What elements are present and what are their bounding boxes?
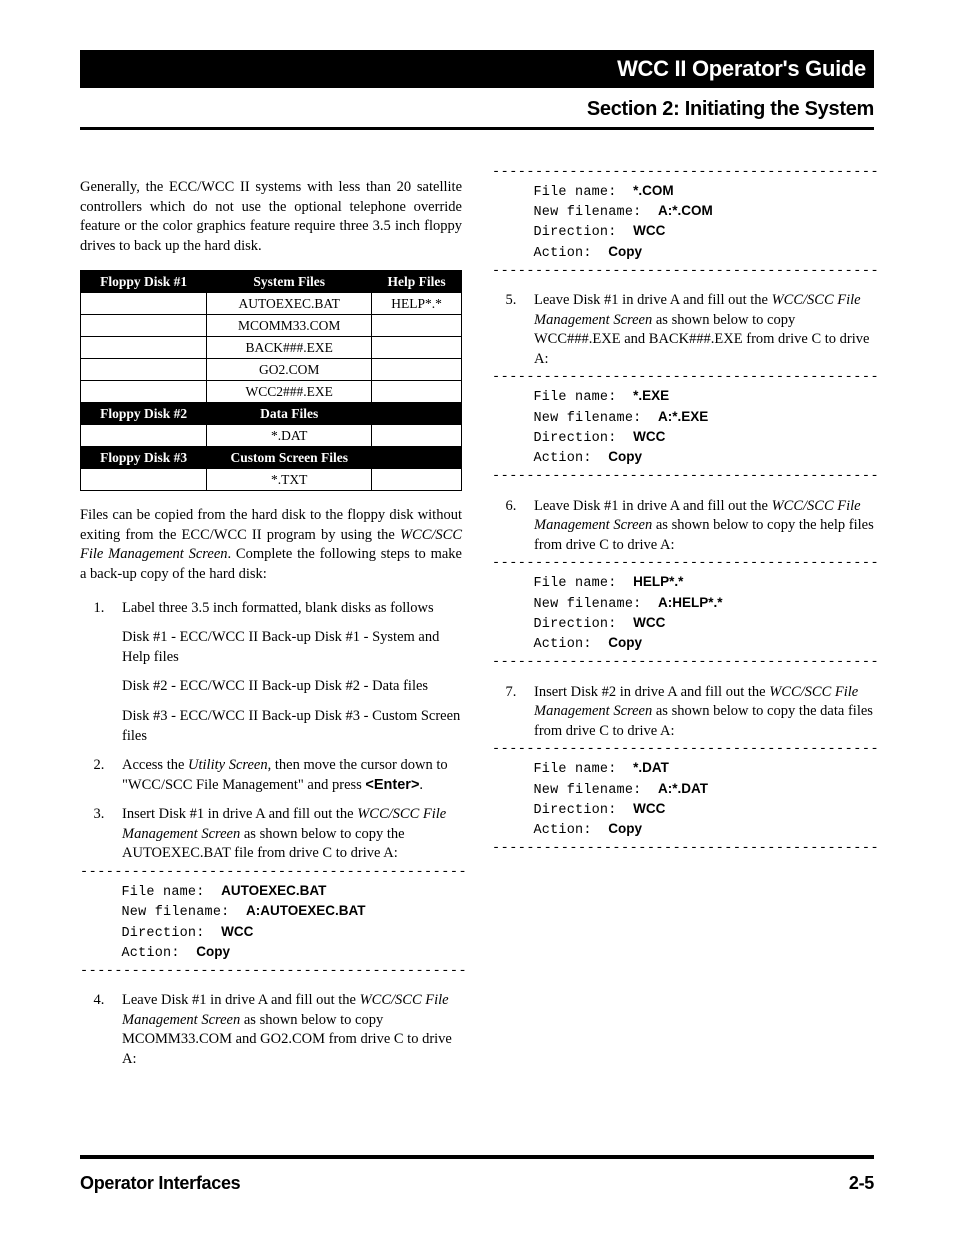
action-value: Copy [608,635,642,650]
step-3: Insert Disk #1 in drive A and fill out t… [108,805,462,981]
page: WCC II Operator's Guide Section 2: Initi… [0,0,954,1235]
divider-dashes: ----------------------------------------… [492,263,874,281]
new-filename-value: A:AUTOEXEC.BAT [246,903,366,918]
section-title: Section 2: Initiating the System [80,88,874,130]
file-name-value: HELP*.* [633,574,683,589]
screen-block-3: ----------------------------------------… [80,864,462,981]
divider-dashes: ----------------------------------------… [80,963,462,981]
screen-name: Utility Screen [188,757,268,773]
step-4: Leave Disk #1 in drive A and fill out th… [108,991,462,1069]
step-7: Insert Disk #2 in drive A and fill out t… [520,683,874,859]
new-filename-value: A:HELP*.* [658,595,723,610]
floppy-disk-table: Floppy Disk #1System FilesHelp FilesAUTO… [80,270,462,491]
table-cell: Custom Screen Files [207,447,372,469]
table-cell [81,293,207,315]
table-cell [81,381,207,403]
steps-list-right: Leave Disk #1 in drive A and fill out th… [492,291,874,859]
action-value: Copy [608,244,642,259]
new-filename-value: A:*.EXE [658,409,708,424]
table-cell: AUTOEXEC.BAT [207,293,372,315]
text: Leave Disk #1 in drive A and fill out th… [122,992,360,1008]
direction-value: WCC [633,429,665,444]
screen-block-5: ----------------------------------------… [492,369,874,486]
divider-dashes: ----------------------------------------… [492,654,874,672]
text: Insert Disk #1 in drive A and fill out t… [122,806,357,822]
key-enter: <Enter> [365,777,419,793]
guide-title: WCC II Operator's Guide [80,50,874,88]
table-cell [372,403,462,425]
footer-right: 2-5 [849,1171,874,1195]
text: Leave Disk #1 in drive A and fill out th… [534,292,772,308]
divider-dashes: ----------------------------------------… [492,468,874,486]
divider-dashes: ----------------------------------------… [492,369,874,387]
table-cell [372,469,462,491]
page-footer: Operator Interfaces 2-5 [80,1155,874,1195]
table-cell: System Files [207,271,372,293]
screen-block-4: ----------------------------------------… [492,164,874,281]
file-name-value: *.COM [633,183,674,198]
table-cell [372,381,462,403]
table-cell [81,359,207,381]
table-cell [81,425,207,447]
disk2-label: Disk #2 - ECC/WCC II Back-up Disk #2 - D… [122,677,462,697]
new-filename-value: A:*.DAT [658,781,708,796]
table-cell: *.TXT [207,469,372,491]
table-cell [372,337,462,359]
text: Insert Disk #2 in drive A and fill out t… [534,684,769,700]
disk3-label: Disk #3 - ECC/WCC II Back-up Disk #3 - C… [122,707,462,746]
table-cell: Help Files [372,271,462,293]
text: Leave Disk #1 in drive A and fill out th… [534,498,772,514]
divider-dashes: ----------------------------------------… [492,741,874,759]
table-cell: Data Files [207,403,372,425]
divider-dashes: ----------------------------------------… [492,840,874,858]
divider-dashes: ----------------------------------------… [80,864,462,882]
direction-value: WCC [633,801,665,816]
step-1: Label three 3.5 inch formatted, blank di… [108,599,462,746]
table-cell [81,337,207,359]
step-text: Label three 3.5 inch formatted, blank di… [122,600,434,616]
table-cell: WCC2###.EXE [207,381,372,403]
divider-dashes: ----------------------------------------… [492,164,874,182]
action-value: Copy [608,821,642,836]
table-cell: Floppy Disk #2 [81,403,207,425]
table-cell: *.DAT [207,425,372,447]
screen-block-7: ----------------------------------------… [492,741,874,858]
intro-paragraph: Generally, the ECC/WCC II systems with l… [80,178,462,256]
table-cell: GO2.COM [207,359,372,381]
table-cell [81,315,207,337]
action-value: Copy [608,449,642,464]
text: Access the [122,757,188,773]
file-name-value: *.DAT [633,760,669,775]
footer-left: Operator Interfaces [80,1171,240,1195]
step-6: Leave Disk #1 in drive A and fill out th… [520,497,874,673]
step-5: Leave Disk #1 in drive A and fill out th… [520,291,874,487]
table-cell [372,425,462,447]
table-cell [372,315,462,337]
direction-value: WCC [221,924,253,939]
step-2: Access the Utility Screen, then move the… [108,756,462,795]
table-cell: MCOMM33.COM [207,315,372,337]
table-cell: Floppy Disk #3 [81,447,207,469]
new-filename-value: A:*.COM [658,203,713,218]
left-column: Generally, the ECC/WCC II systems with l… [80,164,462,1155]
table-cell [372,447,462,469]
screen-block-6: ----------------------------------------… [492,555,874,672]
disk1-label: Disk #1 - ECC/WCC II Back-up Disk #1 - S… [122,628,462,667]
right-column: ----------------------------------------… [492,164,874,1155]
table-cell [372,359,462,381]
file-name-value: AUTOEXEC.BAT [221,883,326,898]
table-cell [81,469,207,491]
action-value: Copy [196,944,230,959]
after-table-paragraph: Files can be copied from the hard disk t… [80,506,462,584]
two-column-body: Generally, the ECC/WCC II systems with l… [80,164,874,1155]
file-name-value: *.EXE [633,388,669,403]
divider-dashes: ----------------------------------------… [492,555,874,573]
steps-list-left: Label three 3.5 inch formatted, blank di… [80,599,462,1070]
direction-value: WCC [633,223,665,238]
table-cell: BACK###.EXE [207,337,372,359]
text: . [419,777,423,793]
table-cell: Floppy Disk #1 [81,271,207,293]
table-cell: HELP*.* [372,293,462,315]
direction-value: WCC [633,615,665,630]
